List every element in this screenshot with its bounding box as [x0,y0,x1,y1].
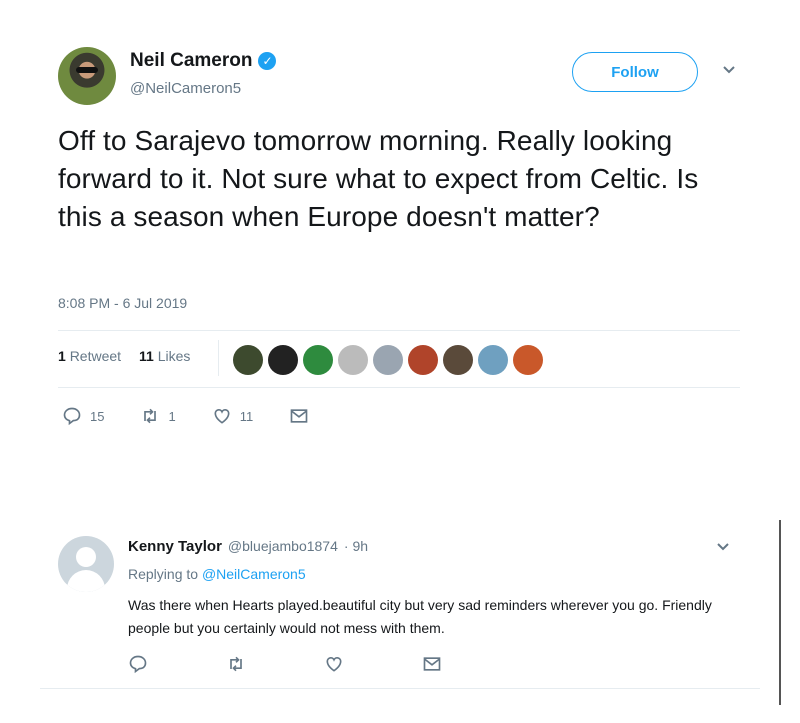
divider [218,340,219,376]
reply-button[interactable]: 15 [62,406,104,426]
envelope-icon [290,409,308,423]
heart-icon [214,408,230,424]
retweet-button[interactable] [226,654,246,674]
liker-avatar[interactable] [478,345,508,375]
author-name-row: Neil Cameron ✓ [130,50,277,72]
verified-icon: ✓ [258,52,277,70]
scrollbar[interactable] [779,520,781,705]
retweet-icon [144,408,157,424]
like-stat-label: Likes [157,348,191,364]
retweet-icon [230,656,242,672]
liker-avatar[interactable] [408,345,438,375]
follow-button[interactable]: Follow [572,52,698,92]
reply-actions [128,654,520,674]
like-stat[interactable]: 11 Likes [139,348,190,364]
reply-count: 15 [90,408,105,424]
heart-icon [326,656,342,672]
retweet-stat-label: Retweet [69,348,122,364]
retweet-stat-count: 1 [58,348,66,364]
retweet-count: 1 [168,408,176,424]
chevron-down-icon[interactable] [716,540,730,555]
reply-icon [63,407,81,426]
tweet-actions: 15 1 11 [62,406,345,426]
reply-icon [129,655,147,674]
liker-avatar[interactable] [443,345,473,375]
retweet-button[interactable]: 1 [140,406,176,426]
tweet-screenshot: Neil Cameron ✓ @NeilCameron5 Follow Off … [0,0,800,723]
replying-to-mention[interactable]: @NeilCameron5 [202,566,306,582]
reply-text: Was there when Hearts played.beautiful c… [128,597,712,636]
like-button[interactable]: 11 [212,406,254,426]
liker-avatar[interactable] [338,345,368,375]
author-handle[interactable]: @NeilCameron5 [130,80,241,97]
divider [40,688,760,689]
liker-avatars [233,345,543,375]
liker-avatar[interactable] [268,345,298,375]
chevron-down-icon[interactable] [722,62,736,78]
reply-author-row: Kenny Taylor @bluejambo1874 · 9h [128,538,368,555]
envelope-icon [423,657,441,671]
tweet-stats: 1 Retweet 11 Likes [58,348,190,364]
message-button[interactable] [289,406,309,426]
avatar[interactable] [58,536,114,592]
liker-avatar[interactable] [513,345,543,375]
tweet-timestamp[interactable]: 8:08 PM - 6 Jul 2019 [58,295,187,311]
liker-avatar[interactable] [373,345,403,375]
liker-avatar[interactable] [233,345,263,375]
divider [58,387,740,388]
reply-display-name[interactable]: Kenny Taylor [128,538,222,555]
like-button[interactable] [324,654,344,674]
liker-avatar[interactable] [303,345,333,375]
display-name[interactable]: Neil Cameron [130,50,252,72]
retweet-stat[interactable]: 1 Retweet [58,348,121,364]
tweet-text: Off to Sarajevo tomorrow morning. Really… [58,125,699,232]
like-count: 11 [239,408,254,424]
replying-to: Replying to @NeilCameron5 [128,566,306,582]
reply-handle[interactable]: @bluejambo1874 [228,538,338,554]
reply-time[interactable]: · 9h [344,538,368,554]
divider [58,330,740,331]
reply-button[interactable] [128,654,148,674]
avatar[interactable] [58,47,116,105]
like-stat-count: 11 [139,348,154,364]
message-button[interactable] [422,654,442,674]
replying-prefix: Replying to [128,566,199,582]
